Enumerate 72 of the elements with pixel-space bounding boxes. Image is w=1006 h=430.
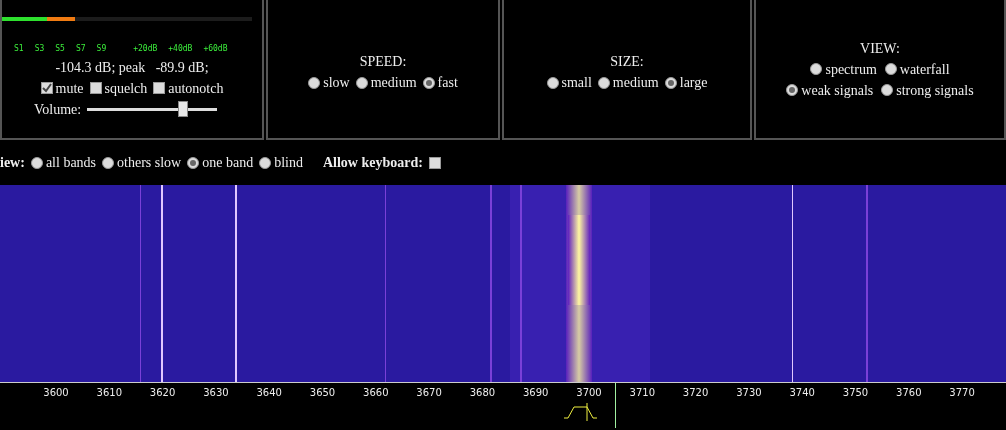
panel-title: SIZE: <box>610 53 644 71</box>
panel-title: VIEW: <box>860 39 900 58</box>
frequency-label: 3680 <box>469 386 496 400</box>
radio-button[interactable] <box>597 76 610 89</box>
frequency-label: 3690 <box>522 386 549 400</box>
radio-label: small <box>561 74 592 92</box>
meter-scale-label: +20dB <box>133 42 158 55</box>
radio-button[interactable] <box>30 156 43 169</box>
radio-label: medium <box>612 74 659 92</box>
volume-label: Volume: <box>34 100 82 119</box>
tuning-marker <box>615 383 616 428</box>
radio-label: weak signals <box>801 81 874 100</box>
radio-label: slow <box>323 74 350 92</box>
radio-label: medium <box>370 74 417 92</box>
meter-scale-label: S3 <box>34 42 45 55</box>
radio-label: spectrum <box>825 60 877 79</box>
frequency-label: 3630 <box>203 386 229 400</box>
slider-thumb[interactable] <box>178 101 189 117</box>
frequency-label: 3700 <box>576 386 602 400</box>
checkbox[interactable] <box>89 82 102 94</box>
passband-icon <box>563 403 599 421</box>
radio-button[interactable] <box>308 76 321 89</box>
checkbox[interactable] <box>428 156 441 169</box>
frequency-label: 3730 <box>736 386 762 400</box>
frequency-label: 3720 <box>682 386 709 400</box>
radio-button[interactable] <box>664 76 677 89</box>
frequency-label: 3760 <box>896 386 922 400</box>
meter-scale-label: S9 <box>96 42 107 55</box>
frequency-label: 3600 <box>43 386 69 400</box>
frequency-label: 3620 <box>149 386 176 400</box>
frequency-label: 3650 <box>309 386 336 400</box>
checkbox-label: mute <box>55 79 84 98</box>
checkbox-label: autonotch <box>168 79 224 98</box>
view-label: iew: <box>0 154 25 172</box>
radio-label: others slow <box>117 154 182 172</box>
meter-scale-label: +40dB <box>168 42 193 55</box>
frequency-label: 3660 <box>363 386 389 400</box>
meter-scale-label: S5 <box>55 42 65 55</box>
checkbox-label: squelch <box>104 79 148 98</box>
radio-label: large <box>679 74 708 92</box>
checkbox[interactable] <box>40 82 53 94</box>
radio-label: strong signals <box>896 81 974 100</box>
radio-button[interactable] <box>786 84 799 96</box>
radio-button[interactable] <box>881 84 894 96</box>
radio-label: waterfall <box>899 60 950 79</box>
frequency-label: 3670 <box>416 386 442 400</box>
volume-slider[interactable] <box>87 101 218 117</box>
frequency-label: 3750 <box>842 386 869 400</box>
radio-button[interactable] <box>259 156 272 169</box>
frequency-label: 3640 <box>256 386 282 400</box>
radio-button[interactable] <box>884 63 897 75</box>
checkbox[interactable] <box>153 82 166 94</box>
radio-button[interactable] <box>422 76 435 89</box>
panel-title: SPEED: <box>359 53 407 71</box>
radio-button[interactable] <box>187 156 200 169</box>
radio-label: blind <box>274 154 303 172</box>
radio-label: fast <box>437 74 458 92</box>
radio-label: all bands <box>45 154 97 172</box>
radio-button[interactable] <box>810 63 823 75</box>
frequency-label: 3710 <box>629 386 655 400</box>
meter-scale-label: S1 <box>14 42 24 55</box>
radio-button[interactable] <box>102 156 115 169</box>
meter-scale-label: +60dB <box>203 42 228 55</box>
frequency-label: 3770 <box>949 386 975 400</box>
radio-button[interactable] <box>355 76 368 89</box>
frequency-label: 3740 <box>789 386 815 400</box>
frequency-label: 3610 <box>96 386 122 400</box>
signal-reading: -104.3 dB; peak -89.9 dB; <box>55 58 209 77</box>
meter-scale-label: S7 <box>75 42 86 55</box>
radio-button[interactable] <box>546 76 559 89</box>
keyboard-label: Allow keyboard: <box>322 154 423 172</box>
radio-label: one band <box>202 154 254 172</box>
